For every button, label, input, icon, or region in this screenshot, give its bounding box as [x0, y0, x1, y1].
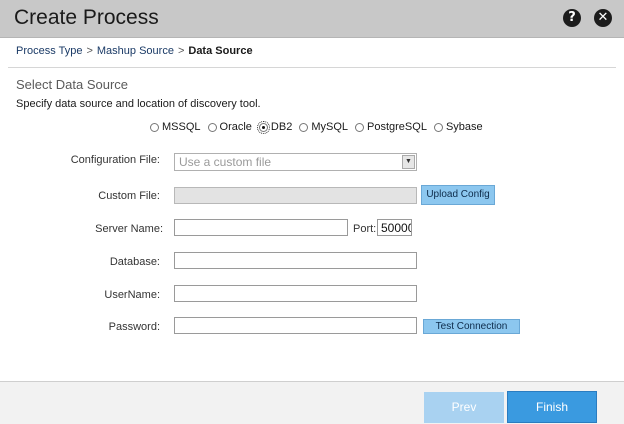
database-label: Database: [109, 256, 160, 268]
radio-oracle[interactable]: Oracle [207, 121, 252, 133]
close-icon[interactable]: ✕ [594, 9, 612, 27]
radio-circle-icon [433, 122, 443, 132]
password-input[interactable] [174, 317, 417, 334]
password-label: Password: [108, 321, 160, 333]
config-file-value: Use a custom file [179, 155, 272, 169]
help-icon[interactable]: ? [563, 9, 581, 27]
breadcrumb-separator: > [86, 45, 93, 57]
title-bar: Create Process ? ✕ [0, 0, 624, 38]
upload-config-button[interactable]: Upload Config [421, 185, 495, 205]
config-file-label: Configuration File: [70, 154, 160, 166]
port-input[interactable]: 50000 [377, 219, 412, 236]
radio-mssql[interactable]: MSSQL [150, 121, 201, 133]
radio-mysql[interactable]: MySQL [299, 121, 348, 133]
radio-selected-icon [256, 120, 270, 134]
section-description: Specify data source and location of disc… [16, 98, 261, 110]
breadcrumb-item-process-type[interactable]: Process Type [16, 45, 82, 57]
port-label: Port: [353, 223, 377, 235]
section-title: Select Data Source [16, 77, 129, 92]
custom-file-input [174, 187, 417, 204]
database-input[interactable] [174, 252, 417, 269]
breadcrumb-item-data-source: Data Source [188, 45, 253, 57]
radio-postgresql[interactable]: PostgreSQL [355, 121, 427, 133]
breadcrumb-separator: > [177, 45, 185, 57]
finish-button[interactable]: Finish [507, 391, 597, 423]
username-label: UserName: [104, 289, 160, 301]
dialog-title: Create Process [14, 6, 159, 29]
config-file-select[interactable]: Use a custom file ▼ [174, 153, 417, 171]
radio-sybase[interactable]: Sybase [433, 121, 483, 133]
radio-db2[interactable]: DB2 [256, 120, 292, 134]
radio-circle-icon [150, 122, 159, 132]
radio-circle-icon [207, 122, 217, 132]
breadcrumb-item-mashup-source[interactable]: Mashup Source [97, 45, 174, 57]
server-name-label: Server Name: [95, 223, 163, 235]
prev-button[interactable]: Prev [424, 392, 504, 423]
server-name-input[interactable] [174, 219, 348, 236]
radio-circle-icon [355, 122, 365, 132]
custom-file-label: Custom File: [98, 190, 160, 202]
data-source-radio-group: MSSQL Oracle DB2 MySQL PostgreSQL Sybase [150, 120, 490, 134]
test-connection-button[interactable]: Test Connection [423, 319, 520, 334]
username-input[interactable] [174, 285, 417, 302]
breadcrumb: Process Type > Mashup Source > Data Source [16, 45, 253, 57]
chevron-down-icon[interactable]: ▼ [402, 155, 415, 169]
radio-circle-icon [299, 122, 309, 132]
divider [8, 67, 616, 68]
